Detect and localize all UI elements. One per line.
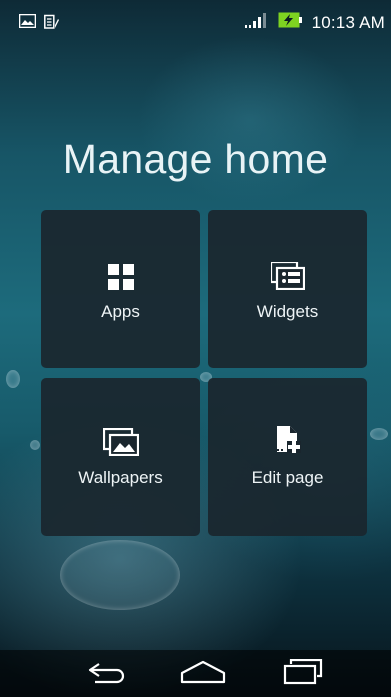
clock: 10:13 AM (311, 12, 385, 32)
recent-apps-icon (281, 658, 325, 690)
apps-tile[interactable]: Apps (41, 210, 200, 368)
water-drop (6, 370, 20, 388)
back-button[interactable] (82, 658, 132, 690)
widgets-icon (208, 262, 367, 290)
signal-icon (244, 12, 270, 33)
water-swirl (60, 540, 180, 610)
navigation-bar (0, 650, 391, 697)
status-bar: 10:13 AM (0, 0, 391, 46)
home-icon (179, 660, 227, 689)
widgets-label: Widgets (256, 302, 319, 321)
home-button[interactable] (178, 658, 228, 690)
water-drop (30, 440, 40, 450)
back-icon (85, 660, 129, 689)
page-title: Manage home (62, 136, 329, 182)
recent-apps-button[interactable] (278, 658, 328, 690)
apps-grid-icon (41, 264, 200, 290)
edit-page-icon (208, 424, 367, 454)
edit-page-label: Edit page (251, 468, 324, 487)
widgets-tile[interactable]: Widgets (208, 210, 367, 368)
edit-page-tile[interactable]: Edit page (208, 378, 367, 536)
battery-charging-icon (278, 12, 304, 33)
apps-label: Apps (101, 302, 140, 321)
image-notification-icon (18, 13, 37, 34)
wallpapers-tile[interactable]: Wallpapers (41, 378, 200, 536)
wallpapers-icon (41, 428, 200, 456)
water-drop (370, 428, 388, 440)
clipboard-notification-icon (44, 14, 60, 34)
wallpapers-label: Wallpapers (78, 468, 163, 487)
